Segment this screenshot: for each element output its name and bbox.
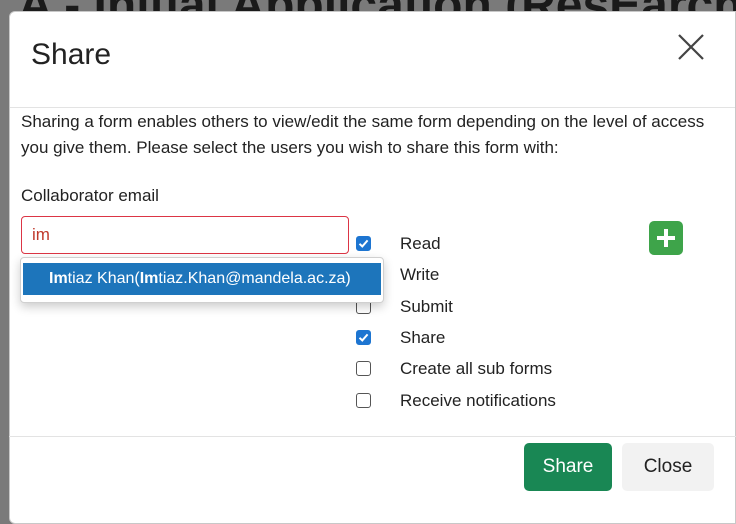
share-label: Share	[400, 328, 446, 347]
modal-title: Share	[31, 38, 112, 71]
suggestion-email-match: Im	[139, 270, 159, 287]
suggestion-name-match: Im	[49, 270, 68, 287]
modal-header: Share	[10, 12, 735, 108]
autocomplete-suggestion[interactable]: Imtiaz Khan(Imtiaz.Khan@mandela.ac.za)	[23, 263, 381, 295]
share-checkbox[interactable]	[356, 330, 371, 345]
create-sub-forms-label: Create all sub forms	[400, 359, 553, 378]
add-collaborator-button[interactable]	[649, 221, 683, 255]
close-icon[interactable]	[674, 30, 708, 64]
collaborator-email-input[interactable]	[21, 216, 349, 254]
suggestion-name-rest: tiaz Khan(	[67, 270, 140, 287]
share-button[interactable]: Share	[524, 443, 612, 491]
autocomplete-dropdown: Imtiaz Khan(Imtiaz.Khan@mandela.ac.za)	[20, 257, 384, 303]
close-button[interactable]: Close	[622, 443, 714, 491]
modal-footer	[9, 436, 736, 438]
plus-icon	[657, 229, 675, 247]
collaborator-email-label: Collaborator email	[21, 186, 159, 205]
submit-label: Submit	[400, 297, 453, 316]
read-checkbox[interactable]	[356, 236, 371, 251]
write-label: Write	[400, 265, 440, 284]
create-sub-forms-checkbox[interactable]	[356, 361, 371, 376]
receive-notifications-checkbox[interactable]	[356, 393, 371, 408]
receive-notifications-label: Receive notifications	[400, 391, 556, 410]
share-description: Sharing a form enables others to view/ed…	[21, 112, 705, 157]
read-label: Read	[400, 234, 441, 253]
suggestion-email-rest: tiaz.Khan@mandela.ac.za)	[158, 270, 351, 287]
